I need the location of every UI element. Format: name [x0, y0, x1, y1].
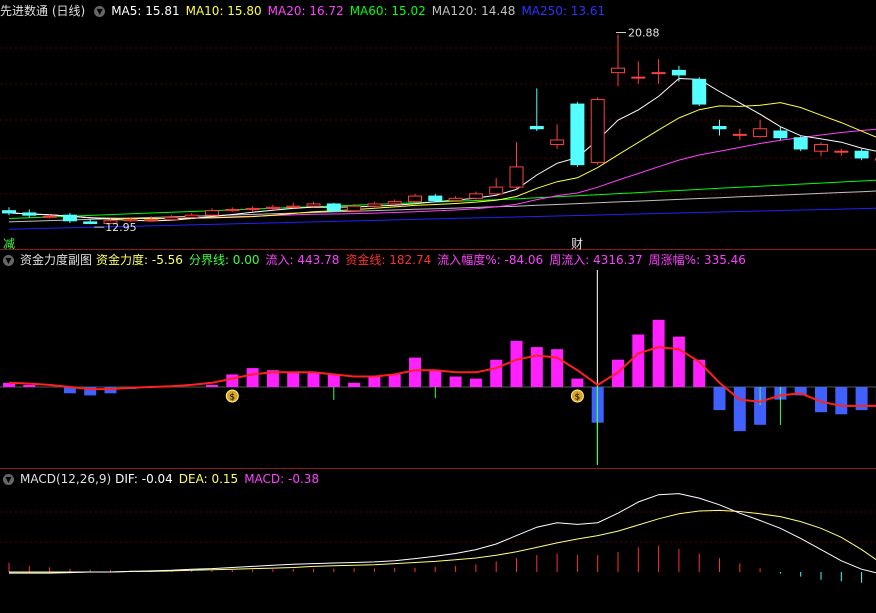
candle-body: [205, 210, 219, 216]
candle-body: [2, 210, 16, 214]
candle-body: [144, 219, 159, 222]
candle-body: [367, 203, 382, 207]
dif-line: [9, 493, 876, 574]
capital-bar: [246, 368, 259, 387]
candle-body: [732, 133, 747, 136]
candle-body: [712, 126, 727, 130]
money-bag-glyph: $: [575, 393, 581, 403]
candle-body: [62, 214, 77, 222]
capital-bar: [672, 336, 685, 387]
capital-bar: [348, 382, 361, 387]
capital-bar: [632, 334, 645, 387]
candle-body: [225, 209, 240, 212]
low-price-label: 12.95: [105, 221, 137, 234]
candle-body: [834, 150, 849, 153]
candle-body: [184, 214, 199, 218]
capital-bar: [693, 359, 706, 387]
capital-bar: [429, 370, 442, 387]
candle-body: [83, 221, 98, 224]
candle-body: [631, 76, 646, 79]
capital-bar: [307, 372, 320, 387]
candle-body: [814, 143, 828, 152]
candle-body: [22, 212, 37, 216]
capital-bar: [551, 349, 564, 387]
candle-body: [265, 206, 280, 209]
candle-body: [428, 195, 443, 202]
capital-bar: [510, 340, 523, 387]
candle-body: [468, 193, 483, 199]
candle-body: [408, 195, 422, 203]
capital-bar: [368, 376, 381, 387]
candle-body: [529, 126, 544, 130]
candle-body: [347, 205, 362, 212]
stock-chart[interactable]: 20.88 12.95 $ $: [0, 0, 876, 613]
candle-body: [326, 203, 341, 212]
capital-bar: [327, 374, 340, 387]
candle-body: [164, 216, 179, 221]
candle-body: [611, 67, 625, 74]
capital-bar: [652, 319, 665, 387]
capital-bar: [469, 378, 482, 387]
candle-body: [793, 137, 808, 150]
ma5-line: [8, 77, 876, 222]
candle-body: [509, 166, 524, 188]
candle-body: [773, 130, 788, 139]
ma120-line: [8, 190, 876, 223]
capital-line: [8, 346, 876, 407]
candle-body: [42, 215, 57, 218]
capital-bar: [530, 347, 543, 387]
candle-body: [245, 207, 260, 211]
capital-bar: [409, 357, 421, 387]
ma20-line: [8, 128, 876, 220]
capital-bar: [733, 387, 746, 432]
capital-bar: [287, 372, 300, 387]
capital-bar: [388, 374, 401, 387]
candle-body: [306, 203, 321, 207]
capital-bar: [23, 384, 36, 387]
money-bag-glyph: $: [229, 393, 235, 403]
candle-body: [448, 197, 463, 202]
capital-bar: [206, 384, 218, 387]
candle-body: [550, 139, 565, 145]
candle-body: [651, 72, 666, 75]
capital-bar: [490, 359, 503, 387]
candle-body: [671, 69, 686, 76]
capital-bar: [835, 387, 848, 415]
candle-body: [590, 99, 605, 163]
capital-bar: [713, 387, 726, 411]
capital-bar: [226, 374, 239, 387]
high-price-label: 20.88: [628, 26, 660, 39]
capital-bar: [449, 376, 462, 387]
dea-line: [9, 509, 876, 573]
candle-body: [854, 150, 869, 159]
candle-body: [753, 128, 768, 138]
candle-body: [570, 103, 585, 166]
capital-bar: [571, 378, 584, 387]
ma60-line: [8, 179, 876, 219]
candle-body: [387, 201, 402, 205]
candle-body: [489, 186, 504, 195]
candle-body: [692, 78, 707, 105]
candle-body: [286, 205, 301, 208]
